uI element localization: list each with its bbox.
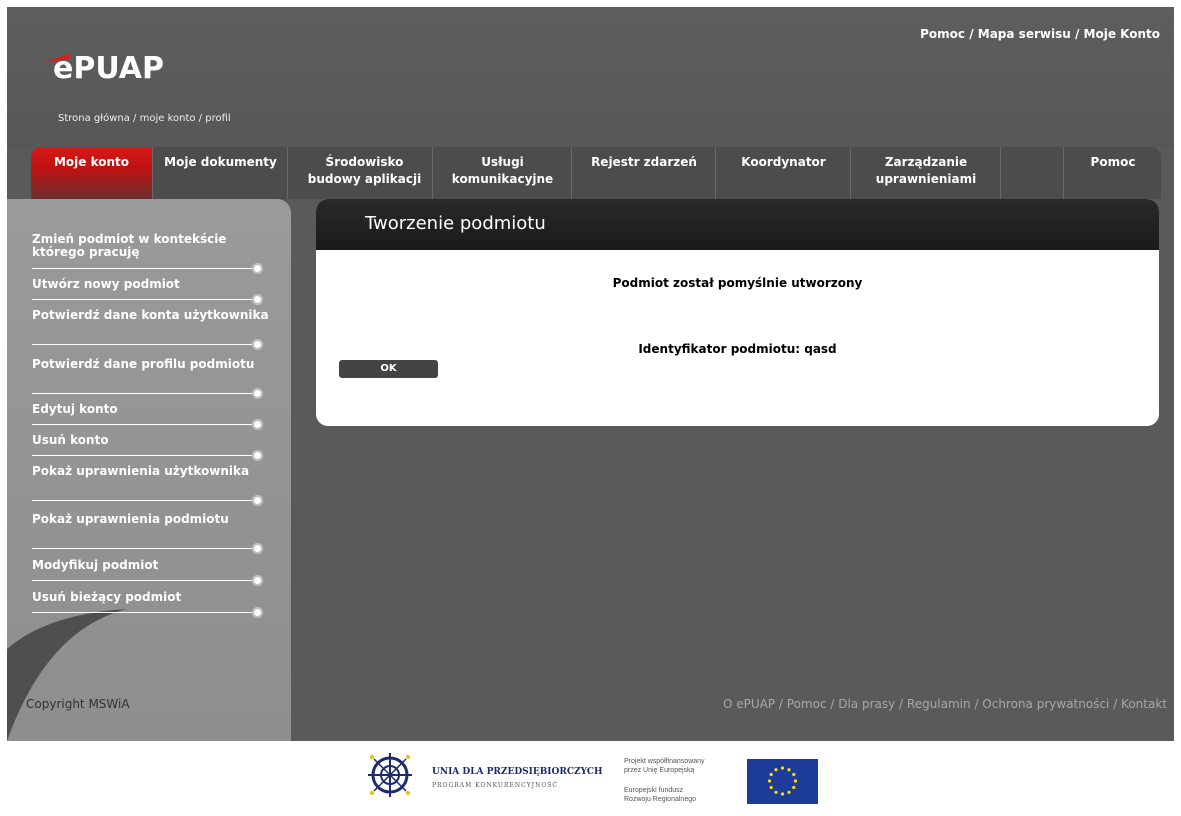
sidebar-item-label: Usuń konto <box>32 433 109 447</box>
success-message: Podmiot został pomyślnie utworzony <box>612 276 863 290</box>
sitemap-link[interactable]: Mapa serwisu <box>978 27 1071 41</box>
ok-button[interactable]: OK <box>339 360 438 378</box>
main-nav: Moje konto Moje dokumenty Środowisko bud… <box>31 147 1161 199</box>
bullet-icon <box>252 543 263 554</box>
sidebar-item-zmien-podmiot[interactable]: Zmień podmiot w kontekście którego pracu… <box>32 233 272 259</box>
bullet-icon <box>252 495 263 506</box>
top-sep: / <box>1070 27 1084 41</box>
tab-rejestr[interactable]: Rejestr zdarzeń <box>573 147 716 199</box>
epuap-logo[interactable]: ePUAP <box>35 43 215 83</box>
sidebar-item-label: Zmień podmiot w kontekście którego pracu… <box>32 232 227 259</box>
bullet-icon <box>252 575 263 586</box>
sidebar-item-label: Pokaż uprawnienia podmiotu <box>32 512 229 526</box>
page-title: Tworzenie podmiotu <box>365 213 546 234</box>
sponsor-bar <box>0 741 1181 816</box>
sidebar-divider <box>32 424 260 425</box>
sidebar-item-modyfikuj-podmiot[interactable]: Modyfikuj podmiot <box>32 559 272 572</box>
tab-zarzadzanie[interactable]: Zarządzanie uprawnieniami <box>852 147 1001 199</box>
sidebar-item-label: Potwierdź dane profilu podmiotu <box>32 357 255 371</box>
tab-srodowisko[interactable]: Środowisko budowy aplikacji <box>297 147 433 199</box>
footer-links[interactable]: O ePUAP / Pomoc / Dla prasy / Regulamin … <box>723 697 1167 711</box>
sidebar-item-potwierdz-profil[interactable]: Potwierdź dane profilu podmiotu <box>32 358 272 371</box>
tab-uslugi[interactable]: Usługi komunikacyjne <box>434 147 572 199</box>
bullet-icon <box>252 388 263 399</box>
sidebar-divider <box>32 344 260 345</box>
sidebar-divider <box>32 612 260 613</box>
sidebar-divider <box>32 580 260 581</box>
sidebar-item-potwierdz-konto[interactable]: Potwierdź dane konta użytkownika <box>32 309 272 322</box>
eu-text-4: Rozwoju Regionalnego <box>624 796 696 803</box>
sidebar-divider <box>32 500 260 501</box>
sidebar-item-uprawnienia-uzytkownika[interactable]: Pokaż uprawnienia użytkownika <box>32 465 272 478</box>
copyright: Copyright MSWiA <box>26 697 130 711</box>
sidebar-item-label: Utwórz nowy podmiot <box>32 277 180 291</box>
sidebar: Zmień podmiot w kontekście którego pracu… <box>7 199 291 741</box>
top-links: Pomoc / Mapa serwisu / Moje Konto <box>920 27 1160 41</box>
bullet-icon <box>252 607 263 618</box>
sidebar-divider <box>32 268 260 269</box>
sidebar-item-label: Modyfikuj podmiot <box>32 558 159 572</box>
top-sep: / <box>965 27 978 41</box>
my-account-link[interactable]: Moje Konto <box>1084 27 1160 41</box>
udp-title: UNIA DLA PRZEDSIĘBIORCZYCH <box>432 767 603 777</box>
sidebar-item-usun-podmiot[interactable]: Usuń bieżący podmiot <box>32 591 272 604</box>
logo-text: ePUAP <box>53 51 164 83</box>
sidebar-item-utworz-podmiot[interactable]: Utwórz nowy podmiot <box>32 278 272 291</box>
tab-pomoc[interactable]: Pomoc <box>1065 147 1161 199</box>
bullet-icon <box>252 419 263 430</box>
identifier-message: Identyfikator podmiotu: qasd <box>638 342 837 356</box>
main-frame: ePUAP Strona główna / moje konto / profi… <box>7 7 1174 741</box>
sidebar-item-usun-konto[interactable]: Usuń konto <box>32 434 272 447</box>
sidebar-divider <box>32 548 260 549</box>
bullet-icon <box>252 294 263 305</box>
tab-koordynator[interactable]: Koordynator <box>717 147 851 199</box>
sidebar-item-label: Potwierdź dane konta użytkownika <box>32 308 269 322</box>
udp-subtitle: PROGRAM KONKURENCYJNOŚĆ <box>432 782 558 789</box>
content-header: Tworzenie podmiotu <box>316 199 1159 250</box>
eu-text-2: przez Unię Europejską <box>624 767 695 774</box>
sidebar-item-edytuj-konto[interactable]: Edytuj konto <box>32 403 272 416</box>
sidebar-divider <box>32 393 260 394</box>
tab-moje-dokumenty[interactable]: Moje dokumenty <box>154 147 288 199</box>
bullet-icon <box>252 339 263 350</box>
eu-text-3: Europejski fundusz <box>624 787 684 794</box>
udp-emblem-icon <box>368 753 412 797</box>
tab-empty[interactable] <box>1002 147 1064 199</box>
bullet-icon <box>252 450 263 461</box>
content-panel: Tworzenie podmiotu Podmiot został pomyśl… <box>316 199 1159 426</box>
breadcrumb[interactable]: Strona główna / moje konto / profil <box>58 113 231 124</box>
eu-flag-icon <box>747 759 818 804</box>
sidebar-item-label: Pokaż uprawnienia użytkownika <box>32 464 250 478</box>
sidebar-item-label: Usuń bieżący podmiot <box>32 590 182 604</box>
sidebar-divider <box>32 299 260 300</box>
bullet-icon <box>252 263 263 274</box>
sidebar-divider <box>32 455 260 456</box>
sidebar-swoosh-decoration <box>7 609 127 741</box>
header: ePUAP Strona główna / moje konto / profi… <box>7 7 1174 147</box>
eu-text-1: Projekt współfinansowany <box>624 758 705 765</box>
tab-moje-konto[interactable]: Moje konto <box>31 147 153 199</box>
help-link[interactable]: Pomoc <box>920 27 965 41</box>
sidebar-item-label: Edytuj konto <box>32 402 118 416</box>
sidebar-item-uprawnienia-podmiotu[interactable]: Pokaż uprawnienia podmiotu <box>32 513 272 526</box>
